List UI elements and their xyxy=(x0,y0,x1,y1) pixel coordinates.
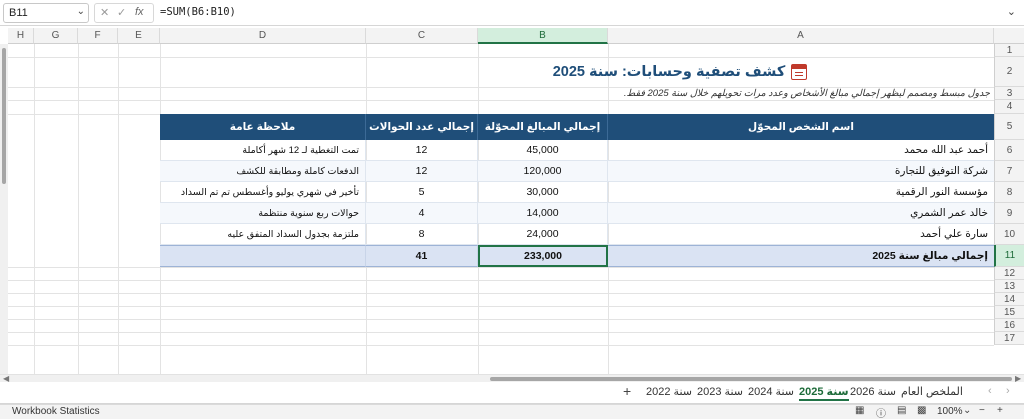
row-header-7[interactable]: 7 xyxy=(994,161,1024,182)
tab-2025[interactable]: سنة 2025 xyxy=(799,385,849,401)
row-header-16[interactable]: 16 xyxy=(994,319,1024,332)
table-row-name[interactable]: خالد عمر الشمري xyxy=(608,203,994,224)
row-header-14[interactable]: 14 xyxy=(994,293,1024,306)
row-header-10[interactable]: 10 xyxy=(994,224,1024,245)
help-icon[interactable]: ⓘ xyxy=(876,405,886,420)
total-note-cell[interactable] xyxy=(160,245,366,267)
table-row-note[interactable]: تأخير في شهري يوليو وأغسطس تم تم السداد xyxy=(160,182,366,203)
tab-2026[interactable]: سنة 2026 xyxy=(850,385,896,398)
total-count-cell[interactable]: 41 xyxy=(366,245,478,267)
vertical-scroll-thumb[interactable] xyxy=(2,48,6,184)
sheet-title-text: كشف تصفية وحسابات: سنة 2025 xyxy=(552,64,786,80)
table-row-count[interactable]: 12 xyxy=(366,161,478,182)
formula-actions: ✕ ✓ fx xyxy=(94,3,154,23)
row-header-12[interactable]: 12 xyxy=(994,267,1024,280)
expand-formula-icon[interactable]: ⌄ xyxy=(1007,5,1016,18)
table-row-note[interactable]: الدفعات كاملة ومطابقة للكشف xyxy=(160,161,366,182)
row-header-8[interactable]: 8 xyxy=(994,182,1024,203)
confirm-icon[interactable]: ✓ xyxy=(117,6,126,19)
tab-2023[interactable]: سنة 2023 xyxy=(697,385,743,398)
row-header-5[interactable]: 5 xyxy=(994,114,1024,140)
table-row-total[interactable]: 30,000 xyxy=(478,182,608,203)
page-layout-icon[interactable]: ▤ xyxy=(897,405,906,416)
tab-summary[interactable]: الملخص العام xyxy=(901,385,963,398)
table-row-note[interactable]: حوالات ربع سنوية منتظمة xyxy=(160,203,366,224)
add-sheet-icon[interactable]: + xyxy=(623,383,631,399)
row-header-4[interactable]: 4 xyxy=(994,100,1024,114)
row-header-2[interactable]: 2 xyxy=(994,57,1024,87)
tabs-next-icon[interactable]: › xyxy=(1006,385,1010,397)
name-box[interactable]: B11 ⌄ xyxy=(3,3,89,23)
zoom-out-icon[interactable]: − xyxy=(979,405,985,416)
grid-view-icon[interactable]: ▦ xyxy=(855,405,864,416)
col-header-C[interactable]: C xyxy=(366,28,478,44)
header-name[interactable]: اسم الشخص المحوّل xyxy=(608,114,994,140)
tab-2022[interactable]: سنة 2022 xyxy=(646,385,692,398)
col-header-G[interactable]: G xyxy=(34,28,78,44)
total-label[interactable]: إجمالي مبالغ سنة 2025 xyxy=(608,245,994,267)
sheet-subtitle[interactable]: جدول مبسط ومصمم ليظهر إجمالي مبالغ الأشخ… xyxy=(360,87,990,100)
calendar-icon xyxy=(791,64,808,80)
sheet-tab-bar: + سنة 2022 سنة 2023 سنة 2024 سنة 2025 سن… xyxy=(0,382,1024,404)
table-row-total[interactable]: 14,000 xyxy=(478,203,608,224)
table-row-count[interactable]: 4 xyxy=(366,203,478,224)
total-amount-cell[interactable]: 233,000 xyxy=(478,245,608,267)
horizontal-scrollbar[interactable]: ◀ ▶ xyxy=(0,374,1024,383)
table-row-count[interactable]: 5 xyxy=(366,182,478,203)
table-row-name[interactable]: مؤسسة النور الرقمية xyxy=(608,182,994,203)
name-box-value: B11 xyxy=(9,7,28,19)
row-header-9[interactable]: 9 xyxy=(994,203,1024,224)
workbook-statistics[interactable]: Workbook Statistics xyxy=(12,406,100,417)
zoom-in-icon[interactable]: + xyxy=(997,405,1003,416)
col-header-E[interactable]: E xyxy=(118,28,160,44)
table-row-count[interactable]: 12 xyxy=(366,140,478,161)
zoom-dropdown-icon[interactable]: ⌄ xyxy=(963,405,971,416)
row-header-3[interactable]: 3 xyxy=(994,87,1024,100)
table-row-name[interactable]: شركة التوفيق للتجارة xyxy=(608,161,994,182)
row-header-15[interactable]: 15 xyxy=(994,306,1024,319)
table-row-total[interactable]: 120,000 xyxy=(478,161,608,182)
col-header-B[interactable]: B xyxy=(478,28,608,44)
zoom-level[interactable]: 100% xyxy=(937,406,963,417)
table-row-total[interactable]: 24,000 xyxy=(478,224,608,245)
sheet-title[interactable]: كشف تصفية وحسابات: سنة 2025 xyxy=(366,57,994,87)
col-header-A[interactable]: A xyxy=(608,28,994,44)
horizontal-scroll-thumb[interactable] xyxy=(490,377,1012,381)
col-header-D[interactable]: D xyxy=(160,28,366,44)
row-header-1[interactable]: 1 xyxy=(994,44,1024,57)
select-all-corner[interactable] xyxy=(994,28,1024,44)
table-row-name[interactable]: أحمد عبد الله محمد xyxy=(608,140,994,161)
table-row-name[interactable]: سارة علي أحمد xyxy=(608,224,994,245)
vertical-scrollbar[interactable] xyxy=(0,44,8,374)
cancel-icon[interactable]: ✕ xyxy=(100,6,109,19)
col-header-H[interactable]: H xyxy=(8,28,34,44)
row-header-11[interactable]: 11 xyxy=(994,245,1024,267)
col-header-F[interactable]: F xyxy=(78,28,118,44)
formula-bar: B11 ⌄ ✕ ✓ fx =SUM(B6:B10) ⌄ xyxy=(0,0,1024,26)
function-icon[interactable]: fx xyxy=(135,6,144,18)
header-note[interactable]: ملاحظة عامة xyxy=(160,114,366,140)
header-count[interactable]: إجمالي عدد الحوالات xyxy=(366,114,478,140)
status-bar: Workbook Statistics ▦ ⓘ ▤ ▩ 100% ⌄ − + xyxy=(0,404,1024,420)
table-row-note[interactable]: ملتزمة بجدول السداد المتفق عليه xyxy=(160,224,366,245)
table-row-note[interactable]: تمت التغطية لـ 12 شهر أكاملة xyxy=(160,140,366,161)
row-header-17[interactable]: 17 xyxy=(994,332,1024,345)
worksheet-grid: H G F E D C B A 1 2 3 4 5 6 7 8 9 10 11 … xyxy=(0,28,1024,374)
table-row-count[interactable]: 8 xyxy=(366,224,478,245)
tabs-prev-icon[interactable]: ‹ xyxy=(988,385,992,397)
chevron-down-icon[interactable]: ⌄ xyxy=(77,6,85,17)
formula-input[interactable]: =SUM(B6:B10) xyxy=(160,6,236,18)
tab-2024[interactable]: سنة 2024 xyxy=(748,385,794,398)
row-header-6[interactable]: 6 xyxy=(994,140,1024,161)
table-row-total[interactable]: 45,000 xyxy=(478,140,608,161)
page-break-icon[interactable]: ▩ xyxy=(917,405,926,416)
header-total[interactable]: إجمالي المبالغ المحوّلة xyxy=(478,114,608,140)
row-header-13[interactable]: 13 xyxy=(994,280,1024,293)
